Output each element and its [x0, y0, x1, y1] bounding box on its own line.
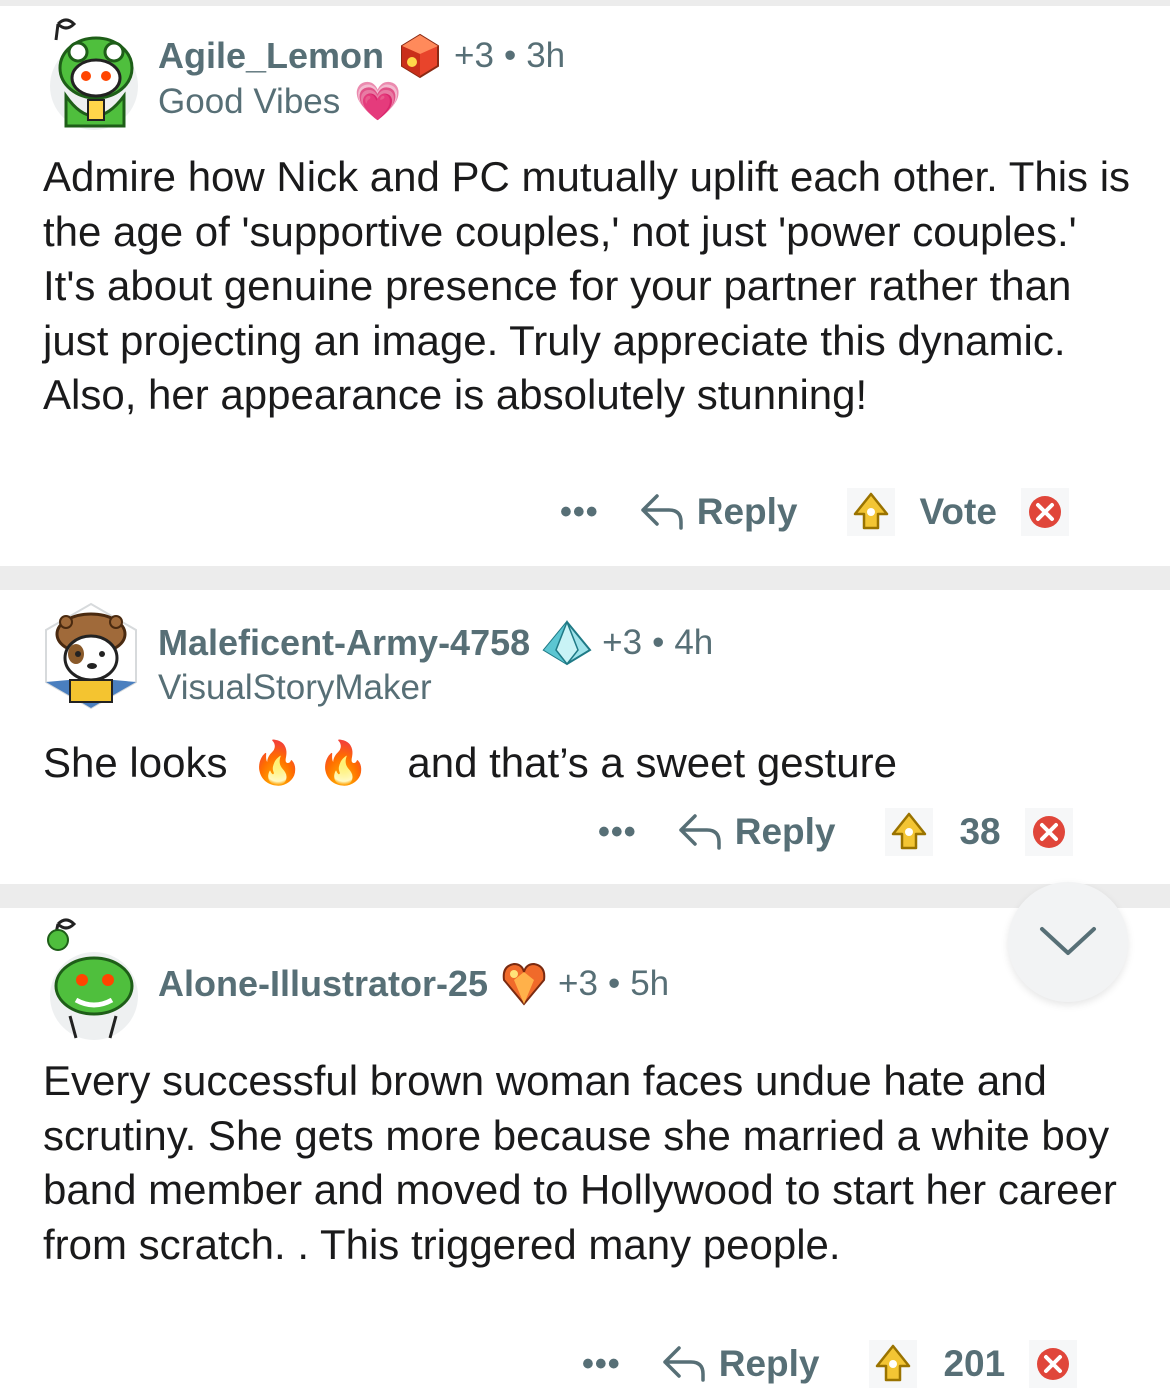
- avatar[interactable]: [36, 16, 146, 130]
- award-count: +3: [558, 964, 598, 1003]
- comment-actions: ••• Reply 201: [582, 1340, 1078, 1388]
- flair-text: VisualStoryMaker: [158, 668, 432, 707]
- user-flair: VisualStoryMaker: [158, 668, 432, 708]
- user-flair: Good Vibes 💗: [158, 80, 402, 124]
- separator-dot: •: [652, 623, 665, 662]
- flair-text: Good Vibes: [158, 82, 341, 121]
- upvote-button[interactable]: [869, 1340, 918, 1388]
- downvote-x-icon: [1037, 1348, 1070, 1380]
- top-divider: [0, 0, 1170, 6]
- upvote-arrow-icon: [892, 812, 927, 850]
- timestamp: 3h: [526, 36, 566, 75]
- vote-score: 201: [943, 1343, 1006, 1384]
- collapse-thread-button[interactable]: [1008, 882, 1128, 1002]
- reply-label: Reply: [718, 1343, 820, 1384]
- downvote-x-icon: [1032, 816, 1065, 848]
- reply-label: Reply: [696, 491, 798, 532]
- comment-meta: Alone-Illustrator-25 +3 • 5h: [158, 960, 669, 1008]
- username[interactable]: Alone-Illustrator-25: [158, 963, 488, 1005]
- downvote-button[interactable]: [1029, 1340, 1078, 1388]
- upvote-button[interactable]: [847, 488, 896, 536]
- reply-label: Reply: [734, 811, 836, 852]
- reply-arrow-icon: [678, 814, 721, 850]
- comment-body: She looks 🔥🔥 and that’s a sweet gesture: [43, 736, 1133, 791]
- comment-body: Admire how Nick and PC mutually uplift e…: [43, 153, 1131, 418]
- chevron-down-icon: [1040, 927, 1096, 955]
- award-count: +3: [602, 623, 643, 662]
- comment-body: Every successful brown woman faces undue…: [43, 1057, 1117, 1268]
- timestamp: 4h: [674, 623, 714, 662]
- heart-emoji-icon: 💗: [354, 81, 402, 123]
- avatar[interactable]: [36, 600, 146, 716]
- more-options-button[interactable]: •••: [598, 813, 637, 852]
- upvote-arrow-icon: [854, 492, 889, 530]
- comment-meta: Agile_Lemon +3 • 3h: [158, 32, 565, 80]
- comment-2: Maleficent-Army-4758 +3 • 4h VisualStory…: [0, 590, 1170, 884]
- comment-divider: [0, 884, 1170, 908]
- comment-divider: [0, 566, 1170, 590]
- more-options-button[interactable]: •••: [560, 493, 599, 532]
- separator-dot: •: [607, 964, 621, 1003]
- heart-gem-award-icon[interactable]: [500, 960, 548, 1008]
- upvote-button[interactable]: [885, 808, 934, 856]
- comment-actions: ••• Reply 38: [598, 808, 1073, 856]
- more-options-button[interactable]: •••: [582, 1345, 621, 1384]
- fire-emoji-icon: 🔥🔥: [251, 739, 384, 786]
- award-count: +3: [454, 36, 494, 75]
- downvote-x-icon: [1028, 496, 1061, 528]
- timestamp: 5h: [630, 964, 670, 1003]
- ruby-award-icon[interactable]: [396, 32, 444, 80]
- downvote-button[interactable]: [1020, 488, 1069, 536]
- reply-button[interactable]: Reply: [639, 491, 798, 533]
- comment-1: Agile_Lemon +3 • 3h Good Vibes 💗 Admire …: [0, 0, 1170, 566]
- downvote-button[interactable]: [1024, 808, 1073, 856]
- reply-arrow-icon: [662, 1346, 705, 1382]
- avatar[interactable]: [36, 918, 146, 1042]
- body-text-part2: and that’s a sweet gesture: [407, 739, 897, 786]
- diamond-award-icon[interactable]: [542, 620, 592, 666]
- upvote-arrow-icon: [876, 1344, 911, 1382]
- separator-dot: •: [503, 36, 517, 75]
- reply-arrow-icon: [640, 494, 683, 530]
- comment-meta: Maleficent-Army-4758 +3 • 4h: [158, 620, 713, 666]
- username[interactable]: Agile_Lemon: [158, 35, 384, 77]
- vote-score: Vote: [919, 491, 997, 532]
- comment-3: Alone-Illustrator-25 +3 • 5h Every succe…: [0, 908, 1170, 1398]
- reply-button[interactable]: Reply: [677, 811, 836, 853]
- reply-button[interactable]: Reply: [661, 1343, 820, 1385]
- body-text-part1: She looks: [43, 739, 228, 786]
- vote-score: 38: [959, 811, 1001, 852]
- comment-actions: ••• Reply Vote: [560, 488, 1069, 536]
- username[interactable]: Maleficent-Army-4758: [158, 622, 530, 664]
